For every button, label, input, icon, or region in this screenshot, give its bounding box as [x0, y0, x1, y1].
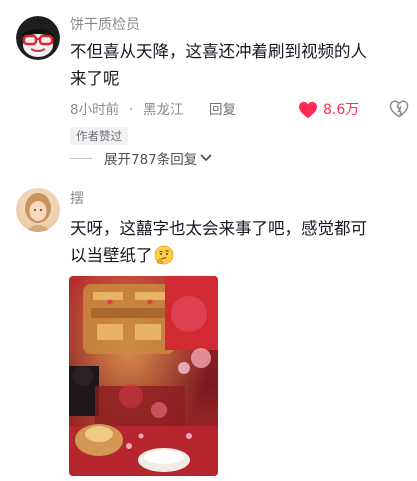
comment-time: 8小时前	[70, 102, 120, 118]
chevron-down-icon	[200, 154, 212, 161]
comment-image[interactable]	[69, 276, 218, 476]
divider-line	[70, 157, 92, 159]
meta-separator: ·	[129, 102, 134, 118]
comment-location: 黑龙江	[143, 102, 184, 118]
comment-text: 不但喜从天降，这喜还冲着刷到视频的人 来了呢	[70, 38, 405, 92]
thinking-face-emoji	[154, 245, 174, 273]
comment-text-line: 天呀，这囍字也太会来事了吧，感觉都可	[70, 219, 367, 238]
author-liked-badge: 作者赞过	[70, 127, 128, 145]
heart-filled-icon	[299, 101, 317, 119]
broken-heart-icon	[389, 100, 409, 118]
comment-username[interactable]: 摆	[70, 188, 84, 208]
comment-text-line: 以当壁纸了	[70, 242, 405, 273]
comment-username[interactable]: 饼干质检员	[70, 14, 140, 34]
comment-text-line: 不但喜从天降，这喜还冲着刷到视频的人	[70, 42, 367, 61]
thinking-face-icon	[154, 245, 173, 265]
like-count: 8.6万	[323, 102, 360, 118]
comment-text: 天呀，这囍字也太会来事了吧，感觉都可 以当壁纸了	[70, 215, 405, 273]
reply-button[interactable]: 回复	[209, 99, 236, 121]
red-glasses-avatar-icon	[16, 16, 60, 60]
avatar[interactable]	[16, 188, 60, 232]
comment-text-fragment: 以当壁纸了	[70, 246, 153, 265]
comment-meta-row: 8小时前 · 黑龙江 回复 8.6万	[70, 99, 410, 121]
comment-text-line: 来了呢	[70, 69, 120, 88]
user-photo-avatar-icon	[16, 188, 60, 232]
dislike-button[interactable]	[389, 100, 409, 122]
double-happiness-photo-icon	[69, 276, 218, 476]
avatar[interactable]	[16, 16, 60, 60]
expand-replies-button[interactable]: 展开787条回复	[70, 148, 213, 168]
expand-replies-label: 展开787条回复	[104, 152, 198, 168]
like-button[interactable]: 8.6万	[298, 99, 359, 121]
